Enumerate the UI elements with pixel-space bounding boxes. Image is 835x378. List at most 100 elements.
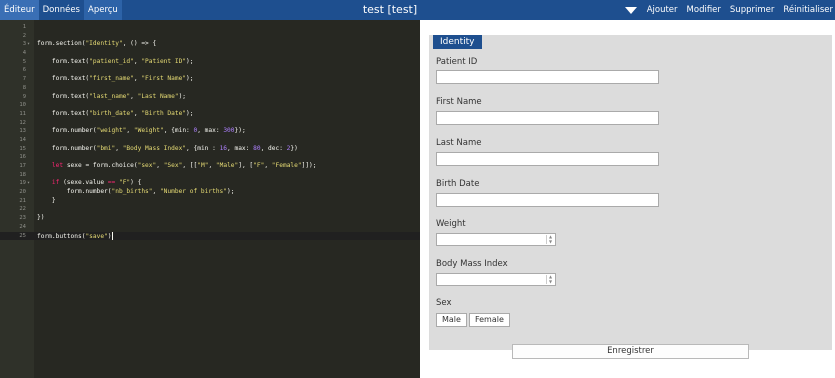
code-line[interactable]: 22 [0, 205, 420, 214]
code-line[interactable]: 25 form.buttons("save") [0, 231, 420, 241]
top-bar: Éditeur Données Aperçu test [test] Ajout… [0, 0, 835, 20]
sex-option-male[interactable]: Male [436, 313, 467, 327]
delete-button[interactable]: Supprimer [730, 5, 774, 15]
code-text: form.section("Identity", () => { [37, 40, 157, 48]
edit-button[interactable]: Modifier [687, 5, 721, 15]
code-line[interactable]: 6 [0, 66, 420, 75]
code-line[interactable]: 21 } [0, 197, 420, 206]
birth-date-input[interactable] [436, 193, 659, 207]
code-line[interactable]: 5 form.text("patient_id", "Patient ID"); [0, 58, 420, 67]
line-number: 24 [19, 223, 26, 230]
code-text: if (sexe.value == "F") { [51, 179, 142, 187]
sex-choice-group: Male Female [436, 313, 510, 327]
code-text: let sexe = form.choice("sex", "Sex", [["… [51, 162, 317, 169]
action-bar: Ajouter Modifier Supprimer Réinitialiser [624, 0, 835, 20]
code-line[interactable]: 16 [0, 153, 420, 162]
mode-tabs: Éditeur Données Aperçu [0, 0, 122, 20]
code-text: form.number("bmi", "Body Mass Index", {m… [37, 144, 298, 152]
birth-date-label: Birth Date [436, 179, 480, 189]
code-line[interactable]: 17 let sexe = form.choice("sex", "Sex", … [0, 162, 420, 171]
code-line[interactable]: 14 [0, 136, 420, 145]
line-number: 11 [19, 110, 26, 117]
code-text: form.text("last_name", "Last Name"); [37, 92, 187, 100]
code-line[interactable]: 7 form.text("first_name", "First Name"); [0, 75, 420, 84]
line-number: 13 [19, 128, 26, 135]
last-name-input[interactable] [436, 152, 659, 166]
code-text: form.text("patient_id", "Patient ID"); [37, 57, 194, 65]
add-button[interactable]: Ajouter [647, 5, 678, 15]
fold-arrow-icon[interactable]: ▾ [27, 40, 30, 49]
code-text: form.number("nb_births", "Number of birt… [37, 188, 235, 196]
line-number: 9 [22, 93, 26, 100]
line-number: 14 [19, 136, 26, 143]
code-text: } [37, 196, 56, 204]
line-number: 22 [19, 206, 26, 213]
page-title: test [test] [362, 3, 418, 16]
fold-arrow-icon[interactable]: ▾ [27, 179, 30, 188]
patient-id-label: Patient ID [436, 57, 478, 67]
code-line[interactable]: 13 form.number("weight", "Weight", {min:… [0, 127, 420, 136]
line-number: 10 [19, 102, 26, 109]
spinner-icon[interactable]: ▲ ▼ [546, 274, 554, 284]
code-editor[interactable]: 1 2 3 ▾ form.section("Identity", () => {4 5 f… [0, 20, 420, 378]
code-text: }) [37, 214, 45, 222]
code-line[interactable]: 10 [0, 101, 420, 110]
code-text: form.text("birth_date", "Birth Date"); [37, 109, 194, 117]
first-name-input[interactable] [436, 111, 659, 125]
line-number: 12 [19, 119, 26, 126]
line-number: 20 [19, 189, 26, 196]
line-number: 25 [19, 232, 26, 239]
code-line[interactable]: 4 [0, 49, 420, 58]
line-number: 6 [22, 67, 26, 74]
tab-preview[interactable]: Aperçu [84, 0, 122, 20]
line-number: 1 [22, 24, 26, 30]
code-line[interactable]: 24 [0, 223, 420, 232]
weight-label: Weight [436, 219, 466, 229]
spinner-icon[interactable]: ▲ ▼ [546, 234, 554, 244]
code-line[interactable]: 20 form.number("nb_births", "Number of b… [0, 188, 420, 197]
sex-label: Sex [436, 298, 452, 308]
line-number: 2 [22, 32, 26, 39]
line-number: 15 [19, 145, 26, 152]
section-title: Identity [433, 35, 482, 49]
caret-down-icon[interactable] [624, 6, 637, 14]
bmi-label: Body Mass Index [436, 259, 508, 269]
code-line[interactable]: 2 [0, 32, 420, 41]
line-number: 23 [19, 215, 26, 222]
bmi-input[interactable]: ▲ ▼ [436, 273, 556, 286]
last-name-label: Last Name [436, 138, 482, 148]
line-number: 4 [22, 50, 26, 57]
line-number: 19 [19, 180, 26, 187]
patient-id-input[interactable] [436, 70, 659, 84]
form-preview: Identity Patient ID First Name Last Name… [420, 20, 835, 378]
code-line[interactable]: 18 [0, 171, 420, 180]
line-number: 5 [22, 58, 26, 65]
code-line[interactable]: 8 [0, 84, 420, 93]
code-line[interactable]: 15 form.number("bmi", "Body Mass Index",… [0, 145, 420, 154]
line-number: 16 [19, 154, 26, 161]
line-number: 17 [19, 163, 26, 169]
code-line[interactable]: 23}) [0, 214, 420, 223]
code-line[interactable]: 1 [0, 23, 420, 32]
reset-button[interactable]: Réinitialiser [783, 5, 833, 15]
code-lines[interactable]: 1 2 3 ▾ form.section("Identity", () => {4 5 f… [0, 23, 420, 241]
line-number: 21 [19, 197, 26, 204]
identity-section: Identity Patient ID First Name Last Name… [429, 35, 832, 350]
first-name-label: First Name [436, 97, 482, 107]
code-text: form.buttons("save") [37, 231, 113, 240]
code-line[interactable]: 9 form.text("last_name", "Last Name"); [0, 93, 420, 102]
sex-option-female[interactable]: Female [468, 313, 510, 327]
code-text: form.text("first_name", "First Name"); [37, 75, 194, 83]
weight-input[interactable]: ▲ ▼ [436, 233, 556, 246]
code-line[interactable]: 19 ▾ if (sexe.value == "F") { [0, 179, 420, 188]
code-line[interactable]: 11 form.text("birth_date", "Birth Date")… [0, 110, 420, 119]
line-number: 3 [22, 41, 26, 48]
code-line[interactable]: 12 [0, 119, 420, 128]
line-number: 18 [19, 171, 26, 178]
code-line[interactable]: 3 ▾ form.section("Identity", () => { [0, 40, 420, 49]
tab-data[interactable]: Données [39, 0, 84, 20]
code-text: form.number("weight", "Weight", {min: 0,… [37, 127, 246, 135]
line-number: 8 [22, 84, 26, 91]
tab-editor[interactable]: Éditeur [0, 0, 39, 20]
save-button[interactable]: Enregistrer [512, 344, 749, 359]
